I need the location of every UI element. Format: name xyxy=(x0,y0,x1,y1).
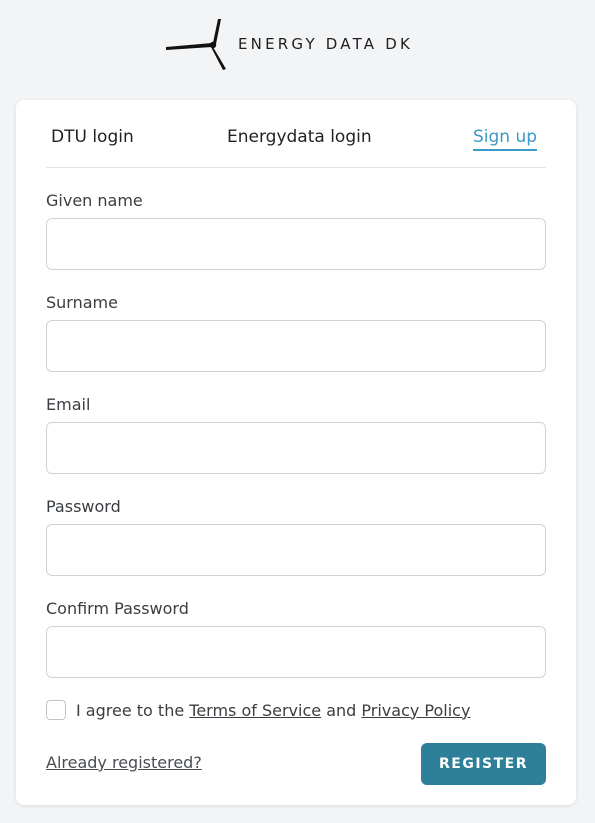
surname-label: Surname xyxy=(46,293,118,312)
password-label: Password xyxy=(46,497,121,516)
terms-of-service-link[interactable]: Terms of Service xyxy=(189,701,321,720)
brand-logo: ENERGY DATA DK xyxy=(166,17,413,71)
password-input[interactable] xyxy=(46,524,546,576)
wind-turbine-icon xyxy=(166,19,226,70)
given-name-input[interactable] xyxy=(46,218,546,270)
tab-dtu-login[interactable]: DTU login xyxy=(51,127,134,147)
brand-name: ENERGY DATA DK xyxy=(238,35,414,53)
tab-sign-up[interactable]: Sign up xyxy=(473,127,538,151)
given-name-label: Given name xyxy=(46,191,143,210)
confirm-password-input[interactable] xyxy=(46,626,546,678)
agree-prefix: I agree to the xyxy=(76,700,185,720)
agree-conjunction: and xyxy=(326,700,357,720)
email-label: Email xyxy=(46,395,91,414)
agree-checkbox[interactable] xyxy=(46,700,66,720)
email-input[interactable] xyxy=(46,422,546,474)
confirm-password-label: Confirm Password xyxy=(46,599,189,618)
privacy-policy-link[interactable]: Privacy Policy xyxy=(361,701,470,720)
signup-card: DTU login Energydata login Sign up Given… xyxy=(16,100,576,805)
terms-agreement: I agree to the Terms of Service and Priv… xyxy=(46,700,470,720)
tab-energydata-login[interactable]: Energydata login xyxy=(227,127,372,147)
auth-tabs: DTU login Energydata login Sign up xyxy=(46,100,546,168)
surname-input[interactable] xyxy=(46,320,546,372)
register-button[interactable]: REGISTER xyxy=(421,743,546,785)
already-registered-link[interactable]: Already registered? xyxy=(46,753,202,772)
